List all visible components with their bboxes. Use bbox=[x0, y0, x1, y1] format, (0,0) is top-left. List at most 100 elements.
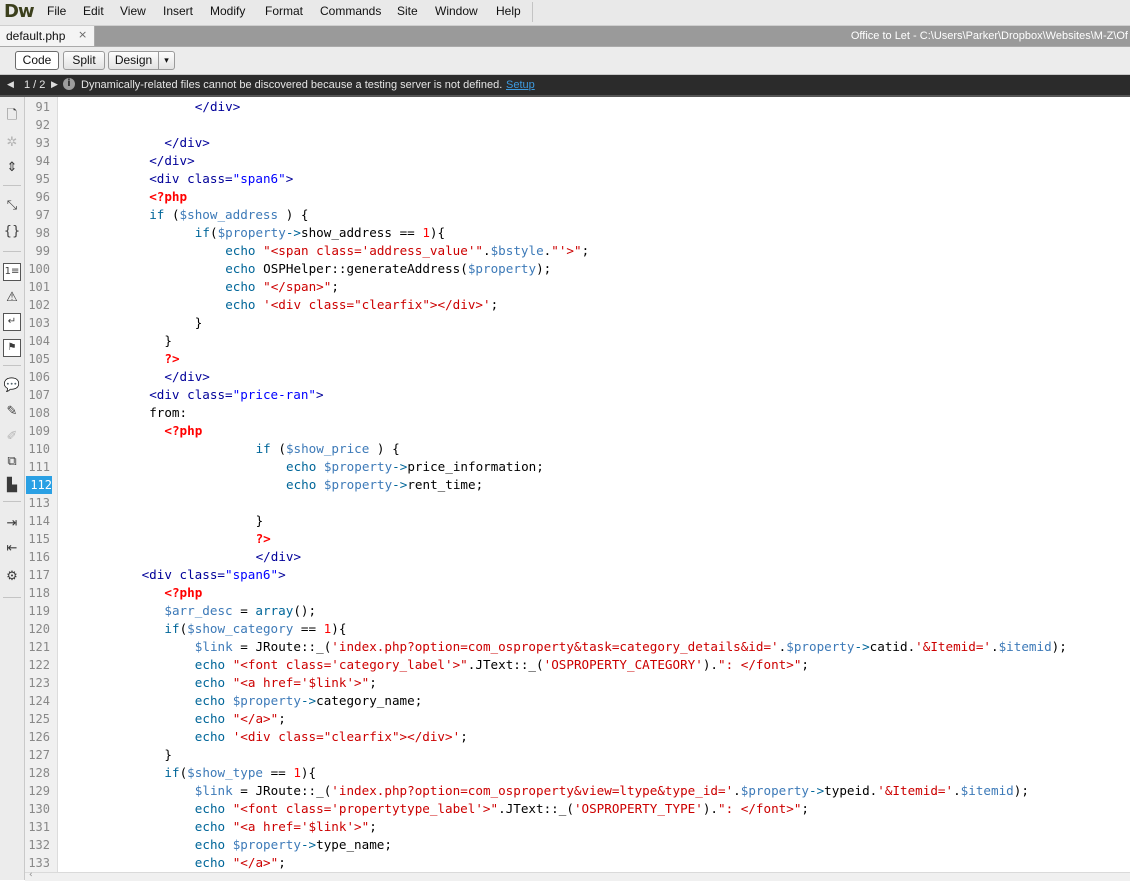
menu-window[interactable]: Window bbox=[435, 4, 478, 18]
code-token: 'index.php?option=com_osproperty&view=lt… bbox=[331, 783, 734, 798]
close-icon[interactable]: × bbox=[78, 28, 87, 41]
menu-insert[interactable]: Insert bbox=[163, 4, 193, 18]
code-line[interactable]: <div class="span6"> bbox=[149, 170, 293, 188]
code-line[interactable]: } bbox=[256, 512, 264, 530]
code-line[interactable]: echo "<font class='category_label'>".JTe… bbox=[195, 656, 809, 674]
menu-site[interactable]: Site bbox=[397, 4, 418, 18]
toolbar-separator bbox=[3, 365, 21, 366]
code-line[interactable]: echo $property->rent_time; bbox=[286, 476, 483, 494]
code-line[interactable]: echo $property->price_information; bbox=[286, 458, 544, 476]
code-line[interactable]: if($show_type == 1){ bbox=[164, 764, 316, 782]
code-line[interactable]: <?php bbox=[164, 584, 202, 602]
code-line[interactable]: if ($show_address ) { bbox=[149, 206, 308, 224]
tab-label: default.php bbox=[6, 29, 66, 43]
code-token: ){ bbox=[331, 621, 347, 636]
line-number: 121 bbox=[28, 640, 50, 654]
code-token: price_information; bbox=[407, 459, 544, 474]
code-line[interactable]: $link = JRoute::_('index.php?option=com_… bbox=[195, 782, 1029, 800]
code-line[interactable]: $arr_desc = array(); bbox=[164, 602, 316, 620]
code-line[interactable]: echo "<a href='$link'>"; bbox=[195, 818, 377, 836]
code-line[interactable]: echo '<div class="clearfix"></div>'; bbox=[195, 728, 468, 746]
code-line[interactable]: </div> bbox=[164, 368, 210, 386]
design-dropdown-button[interactable]: ▾ bbox=[158, 51, 175, 70]
menu-modify[interactable]: Modify bbox=[210, 4, 245, 18]
code-line[interactable]: </div> bbox=[164, 134, 210, 152]
code-line[interactable]: </div> bbox=[256, 548, 302, 566]
code-line[interactable]: if($property->show_address == 1){ bbox=[195, 224, 445, 242]
code-line[interactable]: echo $property->category_name; bbox=[195, 692, 423, 710]
code-line[interactable]: echo "</a>"; bbox=[195, 854, 286, 872]
menu-view[interactable]: View bbox=[120, 4, 146, 18]
line-number: 127 bbox=[28, 748, 50, 762]
code-line[interactable]: from: bbox=[149, 404, 187, 422]
code-line[interactable]: $link = JRoute::_('index.php?option=com_… bbox=[195, 638, 1067, 656]
menu-edit[interactable]: Edit bbox=[83, 4, 104, 18]
code-line[interactable]: } bbox=[195, 314, 203, 332]
code-token: $link bbox=[194, 783, 233, 798]
code-token: "<font class='category_label'>" bbox=[232, 657, 468, 672]
highlight-invalid-code-icon[interactable]: ⚠ bbox=[3, 289, 21, 307]
code-view-button[interactable]: Code bbox=[15, 51, 59, 70]
move-css-icon[interactable]: ▙ bbox=[3, 477, 21, 495]
toolbar-separator bbox=[3, 501, 21, 502]
code-token: ?> bbox=[164, 351, 180, 366]
code-token: echo bbox=[194, 657, 233, 672]
line-number: 129 bbox=[28, 784, 50, 798]
menu-help[interactable]: Help bbox=[496, 4, 521, 18]
remove-comment-icon[interactable]: ✎ bbox=[3, 403, 21, 421]
open-documents-icon[interactable]: 🗋 bbox=[3, 107, 21, 125]
code-line[interactable]: ?> bbox=[256, 530, 271, 548]
code-line[interactable]: echo "</a>"; bbox=[195, 710, 286, 728]
code-line[interactable]: echo "</span>"; bbox=[225, 278, 339, 296]
toolbar-separator bbox=[3, 185, 21, 186]
code-line[interactable]: } bbox=[164, 332, 172, 350]
code-line[interactable]: } bbox=[164, 746, 172, 764]
recent-snippets-icon[interactable]: ⧉ bbox=[3, 453, 21, 471]
menu-commands[interactable]: Commands bbox=[320, 4, 381, 18]
code-line[interactable]: <div class="span6"> bbox=[142, 566, 286, 584]
code-line[interactable]: ?> bbox=[164, 350, 179, 368]
format-source-icon[interactable]: ⚙ bbox=[3, 568, 21, 586]
code-line[interactable]: <?php bbox=[149, 188, 187, 206]
line-number: 101 bbox=[28, 280, 50, 294]
line-number: 94 bbox=[35, 154, 50, 168]
code-line[interactable]: if ($show_price ) { bbox=[256, 440, 400, 458]
code-token: $link bbox=[194, 639, 233, 654]
code-line[interactable]: <?php bbox=[164, 422, 202, 440]
previous-arrow-icon[interactable]: ◀ bbox=[7, 79, 14, 90]
wrap-tag-icon[interactable]: ✐ bbox=[3, 428, 21, 446]
code-line[interactable]: </div> bbox=[149, 152, 195, 170]
syntax-error-alerts-icon[interactable]: ⚑ bbox=[3, 339, 21, 357]
scroll-left-icon[interactable]: ‹ bbox=[29, 870, 33, 880]
menu-format[interactable]: Format bbox=[265, 4, 303, 18]
apply-comment-icon[interactable]: 💬 bbox=[3, 377, 21, 395]
code-line[interactable]: </div> bbox=[195, 98, 241, 116]
code-token: = bbox=[232, 603, 256, 618]
menu-file[interactable]: File bbox=[47, 4, 66, 18]
indent-code-icon[interactable]: ⇥ bbox=[3, 515, 21, 533]
code-line[interactable]: echo "<span class='address_value'".$bsty… bbox=[225, 242, 589, 260]
word-wrap-icon[interactable]: ↵ bbox=[3, 313, 21, 331]
split-view-button[interactable]: Split bbox=[63, 51, 105, 70]
balance-braces-icon[interactable]: {} bbox=[3, 223, 21, 241]
code-line[interactable]: echo OSPHelper::generateAddress($propert… bbox=[225, 260, 551, 278]
collapse-tag-icon[interactable]: ✲ bbox=[3, 134, 21, 152]
code-line[interactable]: echo "<font class='propertytype_label'>"… bbox=[195, 800, 809, 818]
code-line[interactable]: echo "<a href='$link'>"; bbox=[195, 674, 377, 692]
code-line[interactable]: if($show_category == 1){ bbox=[164, 620, 346, 638]
code-line[interactable]: <div class="price-ran"> bbox=[149, 386, 323, 404]
setup-link[interactable]: Setup bbox=[506, 79, 535, 91]
code-line[interactable]: echo $property->type_name; bbox=[195, 836, 392, 854]
code-token: $show_type bbox=[187, 765, 263, 780]
next-arrow-icon[interactable]: ▶ bbox=[51, 79, 58, 90]
outdent-code-icon[interactable]: ⇤ bbox=[3, 540, 21, 558]
code-token: = bbox=[232, 783, 256, 798]
design-view-button[interactable]: Design bbox=[108, 51, 159, 70]
code-editor[interactable]: </div> </div> </div> <div class="span6"> <?p… bbox=[58, 97, 1130, 872]
line-numbers-icon[interactable]: 1≡ bbox=[3, 263, 21, 281]
expand-all-icon[interactable]: ⇕ bbox=[3, 159, 21, 177]
tab-default-php[interactable]: default.php × bbox=[0, 26, 95, 46]
code-token: ; bbox=[460, 729, 468, 744]
select-parent-tag-icon[interactable]: ⤡ bbox=[3, 197, 21, 215]
code-line[interactable]: echo '<div class="clearfix"></div>'; bbox=[225, 296, 498, 314]
